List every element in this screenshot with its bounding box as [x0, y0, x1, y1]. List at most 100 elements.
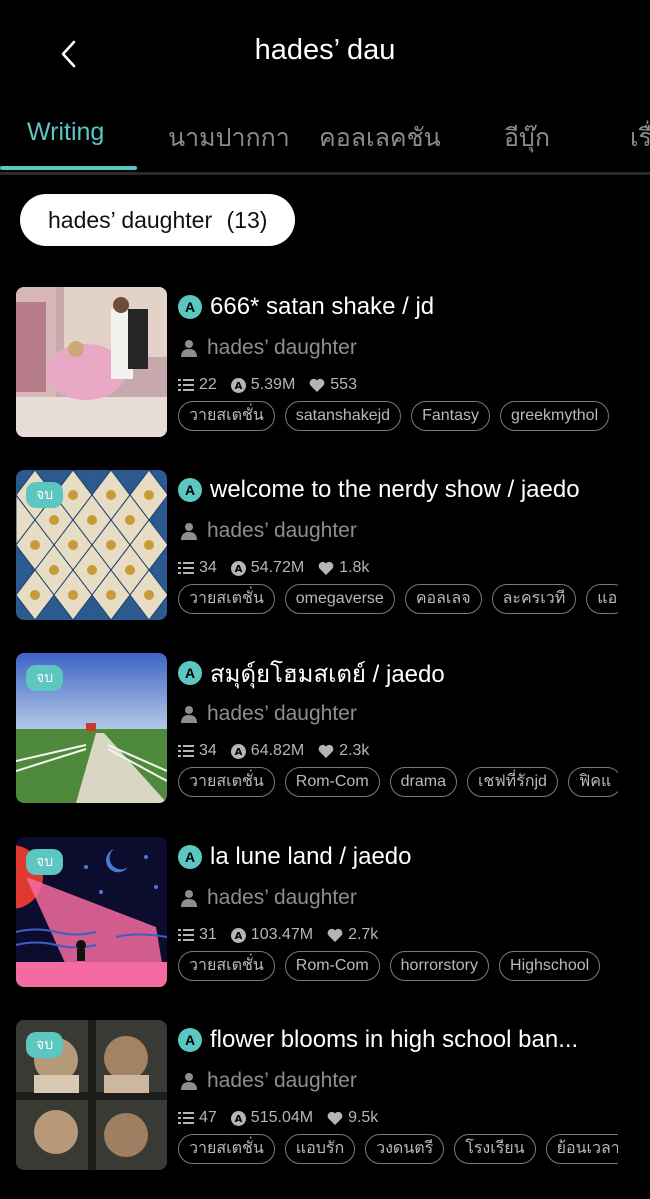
svg-text:A: A	[234, 564, 242, 575]
tag[interactable]: horrorstory	[389, 951, 490, 981]
chapters-list-icon	[178, 379, 194, 391]
tag[interactable]: greekmythol	[499, 401, 610, 431]
tag-list: วายสเตชั่น omegaverse คอลเลจ ละครเวที แอ	[178, 584, 618, 616]
story-cover: จบ	[16, 653, 167, 803]
tag[interactable]: Rom-Com	[284, 767, 380, 797]
chapter-count: 47	[199, 1109, 217, 1126]
tag[interactable]: แอ	[586, 584, 618, 614]
like-count: 553	[330, 376, 357, 393]
story-title: la lune land / jaedo	[210, 843, 412, 870]
tag[interactable]: ละครเวที	[491, 584, 577, 614]
like-count: 2.3k	[339, 742, 370, 759]
person-icon	[181, 1073, 197, 1090]
writing-badge-icon: A	[178, 661, 202, 685]
heart-icon	[327, 1111, 343, 1125]
tab-collection[interactable]: คอลเลคชัน	[319, 118, 441, 158]
svg-text:A: A	[234, 747, 242, 758]
story-title: สมุดุ์ยโฮมสเตย์ / jaedo	[210, 660, 445, 688]
story-item[interactable]: จบ A สมุดุ์ยโฮมสเตย์ / jaedo hades’ daug…	[0, 653, 650, 805]
tag[interactable]: วงดนตรี	[365, 1134, 445, 1164]
story-item[interactable]: จบ A flower blooms in high school ban...…	[0, 1020, 650, 1172]
heart-icon	[318, 744, 334, 758]
svg-text:A: A	[234, 931, 242, 942]
story-title: flower blooms in high school ban...	[210, 1026, 579, 1053]
tab-writing[interactable]: Writing	[27, 118, 104, 147]
story-cover: จบ	[16, 470, 167, 620]
writing-badge-icon: A	[178, 1028, 202, 1052]
story-author[interactable]: hades’ daughter	[207, 519, 357, 543]
tag-list: วายสเตชั่น Rom-Com drama เชฟที่รักjd ฟิค…	[178, 767, 618, 799]
tag[interactable]: วายสเตชั่น	[178, 951, 275, 981]
chapter-count: 22	[199, 376, 217, 393]
tag[interactable]: วายสเตชั่น	[178, 767, 275, 797]
tab-bar: Writing นามปากกา คอลเลคชัน อีบุ๊ก เรื่	[0, 108, 650, 175]
svg-text:A: A	[234, 381, 242, 392]
filter-chip-label: hades’ daughter	[48, 207, 213, 233]
story-author[interactable]: hades’ daughter	[207, 702, 357, 726]
tag[interactable]: Fantasy	[411, 401, 490, 431]
view-count: 54.72M	[250, 559, 305, 576]
story-cover: จบ	[16, 837, 167, 987]
tag[interactable]: เชฟที่รักjd	[467, 767, 558, 797]
tag[interactable]: omegaverse	[284, 584, 395, 614]
tag[interactable]: คอลเลจ	[404, 584, 482, 614]
tag[interactable]: Rom-Com	[284, 951, 380, 981]
svg-text:A: A	[234, 1114, 242, 1125]
writing-badge-icon: A	[178, 478, 202, 502]
heart-icon	[327, 928, 343, 942]
story-author[interactable]: hades’ daughter	[207, 1069, 357, 1093]
chapter-count: 31	[199, 926, 217, 943]
view-count: 64.82M	[250, 742, 305, 759]
tab-story[interactable]: เรื่	[630, 118, 650, 158]
tab-pen-name[interactable]: นามปากกา	[168, 118, 290, 158]
story-author[interactable]: hades’ daughter	[207, 886, 357, 910]
writing-badge-icon: A	[178, 295, 202, 319]
tab-ebook[interactable]: อีบุ๊ก	[504, 118, 550, 158]
pen-name-filter-chip[interactable]: hades’ daughter (13)	[20, 194, 296, 246]
tag[interactable]: ย้อนเวลา	[545, 1134, 618, 1164]
person-icon	[181, 706, 197, 723]
story-cover	[16, 287, 167, 437]
story-item[interactable]: จบ A welcome to the nerdy show / jaedo h…	[0, 470, 650, 622]
story-item[interactable]: จบ A la lune land / jaedo hades’ daughte…	[0, 837, 650, 989]
tag[interactable]: drama	[389, 767, 458, 797]
chapters-list-icon	[178, 929, 194, 941]
views-icon: A	[230, 1110, 246, 1126]
completed-badge: จบ	[26, 1032, 64, 1058]
heart-icon	[318, 561, 334, 575]
story-title: welcome to the nerdy show / jaedo	[210, 476, 580, 503]
writing-badge-icon: A	[178, 845, 202, 869]
person-icon	[181, 340, 197, 357]
view-count: 5.39M	[250, 376, 296, 393]
completed-badge: จบ	[26, 665, 64, 691]
chapters-list-icon	[178, 562, 194, 574]
tag[interactable]: ฟิคแ	[567, 767, 618, 797]
person-icon	[181, 890, 197, 907]
chapter-count: 34	[199, 559, 217, 576]
top-bar: hades’ dau	[0, 0, 650, 105]
story-author[interactable]: hades’ daughter	[207, 336, 357, 360]
story-cover: จบ	[16, 1020, 167, 1170]
view-count: 103.47M	[250, 926, 314, 943]
chapters-list-icon	[178, 745, 194, 757]
tag[interactable]: โรงเรียน	[454, 1134, 536, 1164]
story-title: 666* satan shake / jd	[210, 293, 435, 320]
tag[interactable]: วายสเตชั่น	[178, 584, 275, 614]
story-item[interactable]: A 666* satan shake / jd hades’ daughter …	[0, 287, 650, 439]
chapter-count: 34	[199, 742, 217, 759]
views-icon: A	[230, 927, 246, 943]
tag[interactable]: แอบรัก	[284, 1134, 356, 1164]
tag[interactable]: วายสเตชั่น	[178, 1134, 275, 1164]
completed-badge: จบ	[26, 482, 64, 508]
views-icon: A	[230, 377, 246, 393]
tag[interactable]: วายสเตชั่น	[178, 401, 275, 431]
tag-list: วายสเตชั่น Rom-Com horrorstory Highschoo…	[178, 951, 618, 983]
active-tab-indicator	[0, 166, 137, 170]
views-icon: A	[230, 560, 246, 576]
tag[interactable]: satanshakejd	[284, 401, 402, 431]
tag[interactable]: Highschool	[499, 951, 601, 981]
tag-list: วายสเตชั่น แอบรัก วงดนตรี โรงเรียน ย้อนเ…	[178, 1134, 618, 1166]
views-icon: A	[230, 743, 246, 759]
completed-badge: จบ	[26, 849, 64, 875]
tag-list: วายสเตชั่น satanshakejd Fantasy greekmyt…	[178, 401, 618, 433]
